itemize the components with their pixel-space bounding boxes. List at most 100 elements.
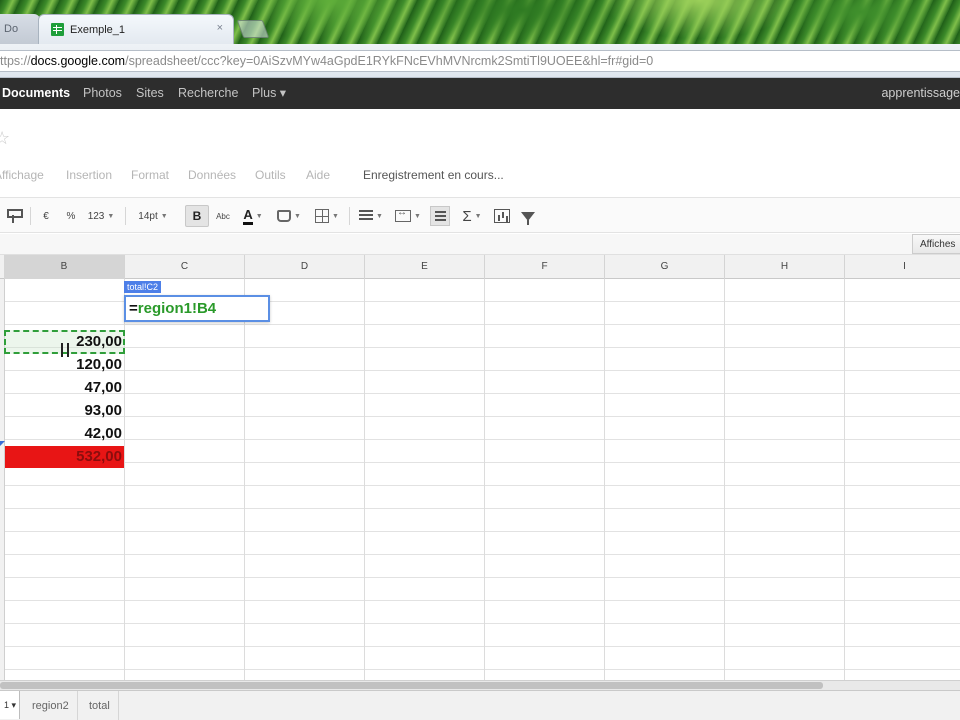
formula-bar: Affiches (0, 234, 960, 255)
currency-label: € (43, 210, 49, 222)
tab-close-icon[interactable]: × (217, 22, 223, 34)
column-gridline (484, 279, 485, 680)
menu-bar: Affichage Insertion Format Données Outil… (0, 164, 960, 186)
menu-insertion[interactable]: Insertion (66, 168, 112, 182)
number-format-label: 123 (87, 210, 105, 222)
cell-edit-box[interactable]: =region1!B4 (124, 295, 270, 322)
new-tab-button[interactable] (236, 20, 270, 38)
chart-icon (494, 209, 510, 223)
menu-affichage[interactable]: Affichage (0, 168, 44, 182)
chevron-down-icon: ▼ (474, 212, 482, 220)
toolbar: € % 123▼ 14pt▼ B Abc A▼ ▼ ▼ ▼ ▼ Σ▼ (0, 197, 960, 233)
text-color-button[interactable]: A ▼ (238, 205, 268, 227)
strikethrough-button[interactable]: Abc (212, 205, 234, 227)
column-gridline (724, 279, 725, 680)
formula-equals: = (129, 300, 138, 317)
star-icon[interactable]: ☆ (0, 128, 10, 149)
column-header-h[interactable]: H (725, 255, 845, 279)
chevron-down-icon: ▼ (107, 212, 115, 220)
fill-color-icon (277, 210, 292, 222)
borders-button[interactable]: ▼ (312, 205, 342, 227)
chevron-down-icon: ▼ (160, 212, 168, 220)
cell-reference-tooltip: total!C2 (124, 281, 162, 293)
horizontal-scrollbar[interactable] (0, 680, 960, 690)
gbar-photos[interactable]: Photos (83, 78, 122, 109)
filter-icon (521, 211, 535, 225)
column-gridline (364, 279, 365, 680)
column-header-g[interactable]: G (605, 255, 725, 279)
cell-b4[interactable]: 120,00 (5, 354, 124, 376)
comment-marker (0, 441, 5, 446)
cell-b6[interactable]: 93,00 (5, 400, 124, 422)
toolbar-separator (30, 207, 31, 225)
formula-reference: region1!B4 (137, 300, 217, 317)
browser-tab-strip: Do Exemple_1 × (0, 0, 960, 44)
sheet-tab-region1[interactable]: 1 ▾ (0, 691, 20, 719)
chevron-down-icon: ▼ (332, 212, 339, 220)
fill-color-button[interactable]: ▼ (276, 205, 302, 227)
strikethrough-label: Abc (216, 211, 230, 221)
number-format-dropdown[interactable]: 123 ▼ (85, 205, 117, 227)
browser-tab-docs[interactable]: Do (0, 14, 40, 44)
text-cursor-icon (61, 343, 69, 357)
google-bar: Documents Photos Sites Recherche Plus ▾ … (0, 78, 960, 109)
url-path: /spreadsheet/ccc?key=0AiSzvMYw4aGpdE1RYk… (125, 54, 654, 68)
browser-tab-active[interactable]: Exemple_1 × (38, 14, 234, 44)
menu-donnees[interactable]: Données (188, 168, 236, 182)
insert-chart-button[interactable] (491, 205, 513, 227)
column-header-i[interactable]: I (845, 255, 960, 279)
bold-button[interactable]: B (185, 205, 209, 227)
chevron-down-icon: ▼ (376, 212, 383, 220)
sheet-tab-region2[interactable]: region2 (24, 691, 78, 720)
chevron-down-icon: ▼ (255, 212, 263, 220)
show-button[interactable]: Affiches (912, 234, 960, 254)
paint-format-button[interactable] (4, 205, 23, 227)
column-header-d[interactable]: D (245, 255, 365, 279)
chevron-down-icon: ▼ (414, 212, 421, 220)
merge-cells-icon (395, 207, 412, 222)
gbar-sites[interactable]: Sites (136, 78, 164, 109)
url-field[interactable]: ttps://docs.google.com/spreadsheet/ccc?k… (0, 50, 960, 72)
menu-format[interactable]: Format (131, 168, 169, 182)
gbar-plus[interactable]: Plus ▾ (252, 78, 286, 109)
spreadsheet-grid[interactable]: B C D E F G H I 230,00 120,00 47,00 93,0… (0, 255, 960, 680)
filter-button[interactable] (518, 205, 538, 227)
align-left-icon (359, 210, 374, 222)
cell-b5[interactable]: 47,00 (5, 377, 124, 399)
account-name[interactable]: apprentissage (881, 78, 960, 109)
percent-button[interactable]: % (63, 205, 79, 227)
saving-status: Enregistrement en cours... (363, 168, 504, 182)
merge-cells-button[interactable]: ▼ (392, 205, 424, 227)
functions-button[interactable]: Σ ▼ (457, 205, 487, 227)
row-gridlines (0, 279, 960, 680)
show-button-label: Affiches (920, 239, 956, 250)
browser-tab-title: Exemple_1 (70, 23, 126, 36)
column-header-e[interactable]: E (365, 255, 485, 279)
wrap-text-button[interactable] (428, 205, 452, 227)
menu-outils[interactable]: Outils (255, 168, 286, 182)
cell-b8-total[interactable]: 532,00 (5, 446, 124, 468)
cell-b7[interactable]: 42,00 (5, 423, 124, 445)
scrollbar-thumb[interactable] (0, 682, 823, 689)
font-size-dropdown[interactable]: 14pt ▼ (133, 205, 173, 227)
toolbar-separator (349, 207, 350, 225)
address-bar: ttps://docs.google.com/spreadsheet/ccc?k… (0, 44, 960, 78)
column-gridline (244, 279, 245, 680)
gbar-recherche[interactable]: Recherche (178, 78, 238, 109)
sigma-icon: Σ (462, 207, 472, 225)
toolbar-separator (125, 207, 126, 225)
menu-aide[interactable]: Aide (306, 168, 330, 182)
gbar-documents[interactable]: Documents (2, 78, 70, 109)
column-header-f[interactable]: F (485, 255, 605, 279)
paint-format-icon (7, 209, 23, 223)
column-header-c[interactable]: C (125, 255, 245, 279)
sheet-tabs-bar: 1 ▾ region2 total (0, 690, 960, 720)
chevron-down-icon: ▼ (294, 212, 301, 220)
url-host: docs.google.com (30, 54, 126, 68)
column-header-b[interactable]: B (4, 255, 125, 279)
sheet-tab-total[interactable]: total (81, 691, 119, 720)
text-color-icon: A (243, 207, 253, 225)
wrap-text-icon (430, 206, 450, 226)
currency-button[interactable]: € (38, 205, 54, 227)
align-button[interactable]: ▼ (356, 205, 386, 227)
